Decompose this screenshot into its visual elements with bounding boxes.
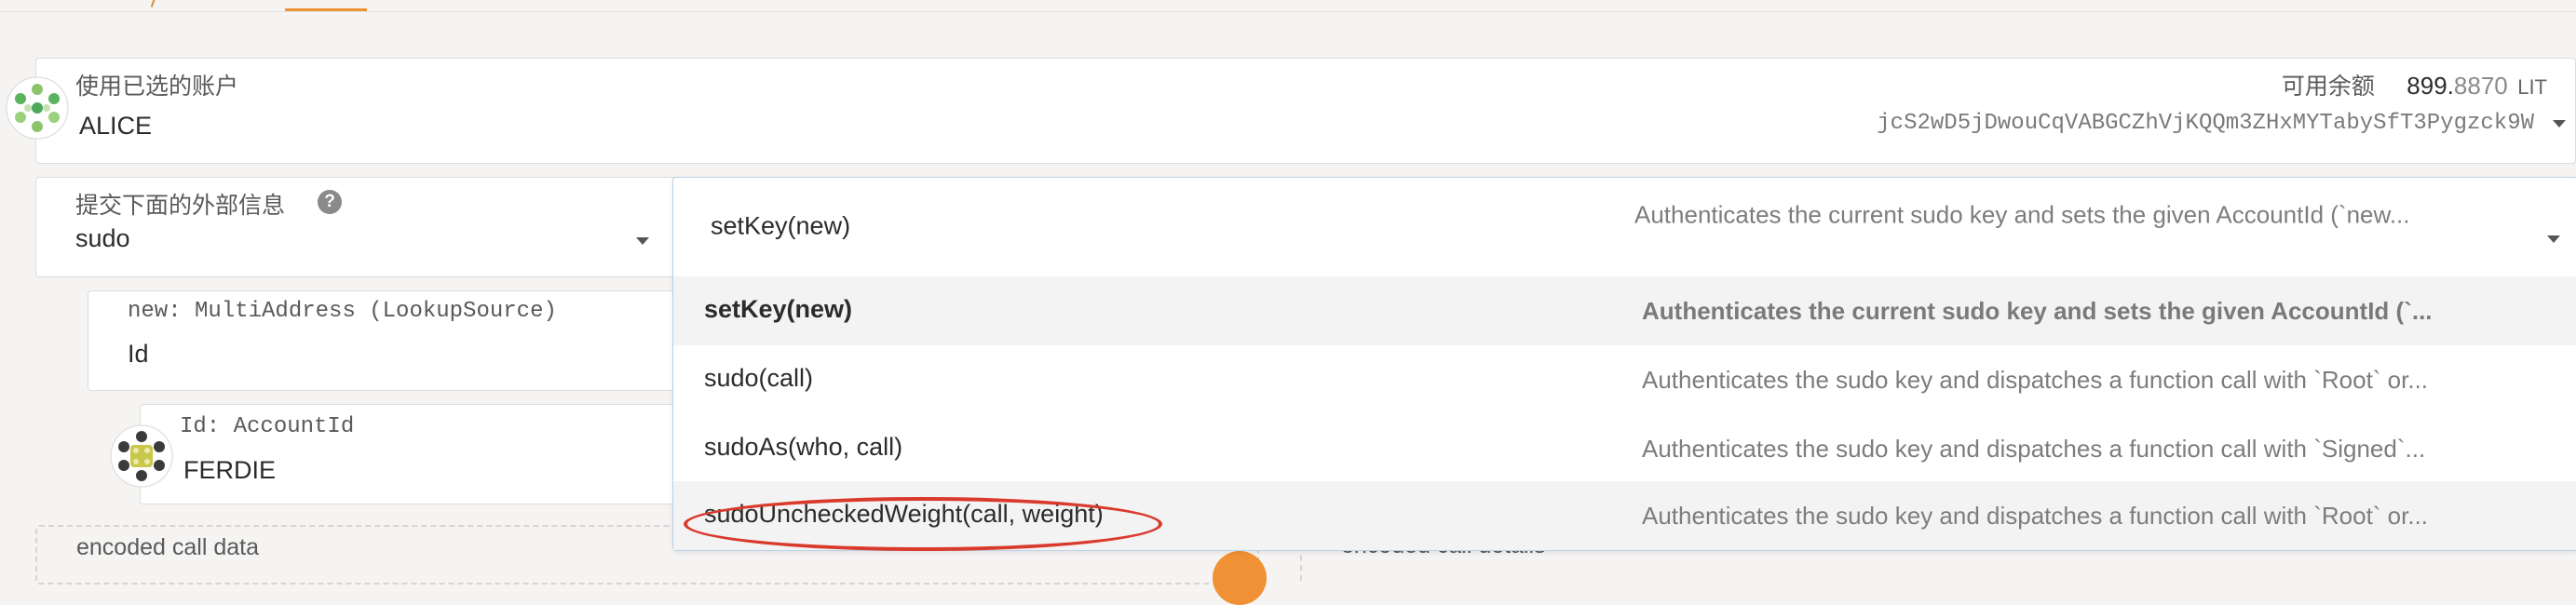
param-id-label: Id: AccountId xyxy=(180,414,355,439)
balance-label: 可用余额 xyxy=(2281,74,2375,100)
alice-avatar-icon xyxy=(6,76,69,140)
param-new-label: new: MultiAddress (LookupSource) xyxy=(128,299,557,324)
option-name: sudo(call) xyxy=(704,364,814,392)
method-select-current[interactable]: setKey(new) Authenticates the current su… xyxy=(673,178,2576,252)
help-icon[interactable]: ? xyxy=(318,190,342,214)
method-dropdown[interactable]: setKey(new) Authenticates the current su… xyxy=(672,177,2576,551)
selected-method-name: setKey(new) xyxy=(711,211,851,240)
option-desc: Authenticates the sudo key and dispatche… xyxy=(1642,435,2426,463)
encoded-call-data-label: encoded call data xyxy=(76,534,259,560)
param-id-value: FERDIE xyxy=(183,456,277,484)
param-new-value: Id xyxy=(128,340,149,368)
account-name: ALICE xyxy=(79,112,153,140)
active-tab-indicator xyxy=(285,8,367,11)
option-name: sudoAs(who, call) xyxy=(704,433,903,461)
copy-icon[interactable] xyxy=(1213,551,1267,605)
balance-display: 可用余额 899.8870 LIT xyxy=(2282,68,2547,101)
ferdie-avatar-icon xyxy=(110,424,173,488)
balance-unit: LIT xyxy=(2517,75,2547,99)
option-desc: Authenticates the sudo key and dispatche… xyxy=(1642,502,2429,530)
chevron-down-icon[interactable] xyxy=(2553,120,2566,128)
module-value: sudo xyxy=(75,224,130,252)
account-address: jcS2wD5jDwouCqVABGCZhVjKQQm3ZHxMYTabySfT… xyxy=(1877,111,2534,136)
balance-decimal: 8870 xyxy=(2453,72,2508,100)
dropdown-option[interactable]: sudo(call) Authenticates the sudo key an… xyxy=(673,345,2576,414)
param-id-field[interactable]: Id: AccountId FERDIE xyxy=(140,404,685,504)
annotation-highlight-circle xyxy=(684,497,1162,551)
chevron-down-icon[interactable] xyxy=(2547,235,2560,243)
param-new-field[interactable]: new: MultiAddress (LookupSource) Id xyxy=(88,290,685,391)
dropdown-option[interactable]: sudoAs(who, call) Authenticates the sudo… xyxy=(673,414,2576,483)
extrinsic-module-select[interactable]: 提交下面的外部信息 ? sudo xyxy=(35,177,680,277)
option-desc: Authenticates the sudo key and dispatche… xyxy=(1642,366,2429,394)
extrinsic-label: 提交下面的外部信息 xyxy=(75,193,286,219)
option-desc: Authenticates the current sudo key and s… xyxy=(1642,297,2433,325)
tab-strip xyxy=(0,0,2576,12)
account-selector[interactable]: 使用已选的账户 ALICE 可用余额 899.8870 LIT jcS2wD5j… xyxy=(35,58,2576,164)
chevron-down-icon[interactable] xyxy=(636,237,649,245)
selected-method-desc: Authenticates the current sudo key and s… xyxy=(1634,200,2410,229)
option-name: setKey(new) xyxy=(704,295,853,323)
dropdown-option[interactable]: setKey(new) Authenticates the current su… xyxy=(673,276,2576,345)
balance-integer: 899. xyxy=(2407,72,2454,100)
account-label: 使用已选的账户 xyxy=(75,74,239,100)
